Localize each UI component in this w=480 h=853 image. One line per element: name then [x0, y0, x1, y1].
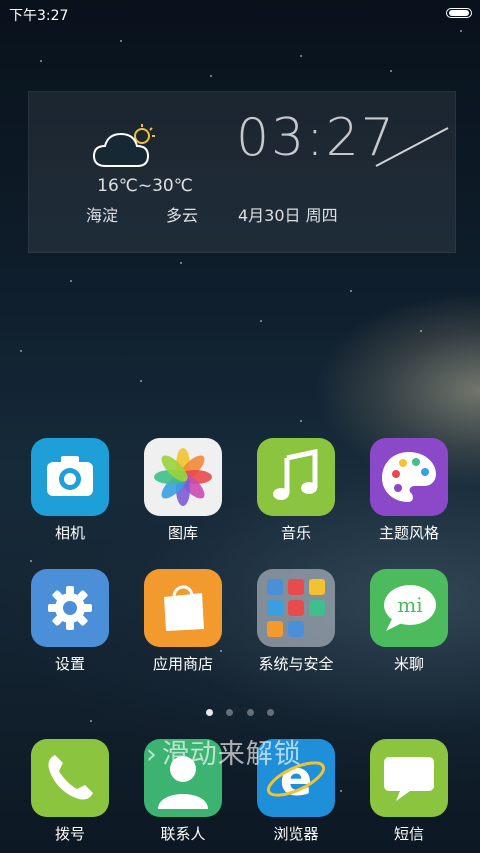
- app-gallery[interactable]: 图库: [133, 438, 233, 543]
- clock-date: 4月30日 周四: [238, 206, 338, 225]
- comet-decoration-icon: [375, 127, 449, 167]
- app-label: 主题风格: [378, 524, 439, 542]
- palette-icon: [370, 438, 448, 516]
- phone-icon: [31, 739, 109, 817]
- cloudy-weather-icon: [92, 124, 155, 167]
- page-dot: [246, 709, 254, 716]
- app-label: 系统与安全: [258, 655, 334, 673]
- svg-text:mi: mi: [397, 593, 422, 617]
- weather-condition: 多云: [166, 206, 199, 225]
- app-folder-system-security[interactable]: 系统与安全: [246, 569, 346, 674]
- app-camera[interactable]: 相机: [20, 438, 120, 543]
- temperature-range: 16℃~30℃: [97, 176, 193, 196]
- camera-icon: [31, 438, 109, 516]
- status-time: 下午3:27: [9, 8, 69, 24]
- app-label: 图库: [167, 524, 198, 542]
- music-icon: [257, 438, 335, 516]
- battery-icon: [446, 8, 472, 18]
- app-music[interactable]: 音乐: [246, 438, 346, 543]
- unlock-hint-text: 滑动来解锁: [161, 739, 302, 770]
- app-label: 设置: [54, 655, 85, 673]
- app-miliao[interactable]: mi 米聊: [359, 569, 459, 674]
- app-label: 米聊: [393, 655, 424, 673]
- app-label: 相机: [54, 524, 85, 542]
- gallery-icon: [144, 438, 222, 516]
- page-indicator: [0, 701, 480, 716]
- app-label: 浏览器: [273, 825, 319, 843]
- shopping-bag-icon: [144, 569, 222, 647]
- message-icon: [370, 739, 448, 817]
- app-store[interactable]: 应用商店: [133, 569, 233, 674]
- chat-icon: mi: [370, 569, 448, 647]
- chevron-right-icon: ›: [146, 739, 158, 770]
- page-dot: [266, 709, 274, 716]
- gear-icon: [31, 569, 109, 647]
- status-bar: 下午3:27: [0, 0, 480, 26]
- app-settings[interactable]: 设置: [20, 569, 120, 674]
- app-label: 拨号: [54, 825, 85, 843]
- app-label: 短信: [393, 825, 424, 843]
- app-label: 音乐: [280, 524, 311, 542]
- folder-icon: [257, 569, 335, 647]
- weather-city: 海淀: [86, 206, 119, 225]
- app-label: 应用商店: [152, 655, 213, 673]
- slide-to-unlock[interactable]: › 滑动来解锁: [146, 732, 302, 771]
- app-themes[interactable]: 主题风格: [359, 438, 459, 543]
- app-label: 联系人: [160, 825, 206, 843]
- dock-phone[interactable]: 拨号: [20, 739, 120, 844]
- dock-messages[interactable]: 短信: [359, 739, 459, 844]
